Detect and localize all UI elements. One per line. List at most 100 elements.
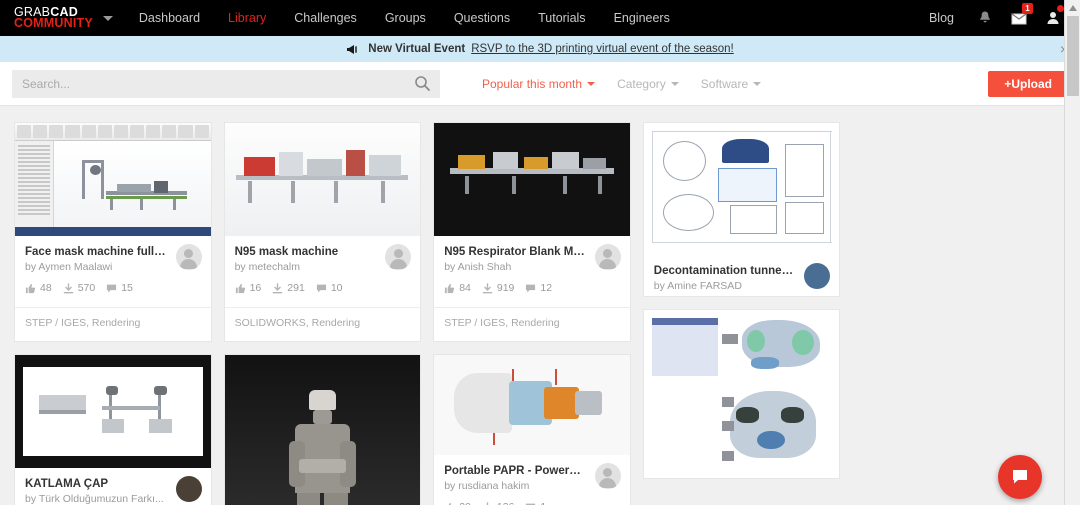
search-icon[interactable] [414,75,431,95]
account-alert-dot [1057,5,1064,12]
downloads-count: 291 [287,282,305,294]
model-card[interactable]: Face mask machine full au... by Aymen Ma… [14,122,212,342]
model-thumbnail[interactable] [434,123,630,236]
chevron-down-icon [587,81,596,86]
chevron-down-icon[interactable] [102,15,113,21]
model-card[interactable]: The Mechanic by Hans de Ridder 71 678 4 … [223,354,422,505]
model-thumbnail[interactable] [224,355,421,505]
model-title[interactable]: N95 Respirator Blank Maki... [444,245,620,259]
model-thumbnail[interactable] [15,123,211,236]
banner-link[interactable]: RSVP to the 3D printing virtual event of… [471,43,734,55]
nav-item-groups[interactable]: Groups [371,11,440,25]
model-card[interactable]: Decontamination tunnel Co... by Amine FA… [642,122,841,297]
downloads-stat: 291 [272,282,305,294]
nav-item-challenges[interactable]: Challenges [280,11,371,25]
model-author[interactable]: by metechalm [235,261,411,273]
downloads-stat: 136 [482,501,515,505]
user-icon [1047,12,1059,24]
model-thumbnail[interactable] [643,123,840,255]
top-navigation-bar: GRABCAD COMMUNITY Dashboard Library Chal… [0,0,1080,36]
download-icon [482,282,493,293]
avatar[interactable] [594,244,621,270]
model-title[interactable]: KATLAMA ÇAP [25,477,201,491]
category-dropdown[interactable]: Category [617,77,679,91]
nav-item-library[interactable]: Library [214,11,280,25]
floating-action-button[interactable] [998,455,1042,499]
likes-stat: 16 [235,282,261,294]
megaphone-icon [347,44,357,54]
chat-bubble-icon [1013,470,1027,484]
model-title[interactable]: Face mask machine full au... [25,245,201,259]
messages-button[interactable]: 1 [1002,0,1036,36]
downloads-stat: 919 [482,282,515,294]
comments-stat: 1 [525,501,546,505]
model-card[interactable]: KATLAMA ÇAP by Türk Olduğumuzun Farkı...… [14,354,212,505]
model-thumbnail[interactable] [434,355,630,455]
comment-icon [107,284,117,292]
avatar[interactable] [175,244,202,270]
nav-item-engineers[interactable]: Engineers [600,11,684,25]
model-author[interactable]: by Aymen Maalawi [25,261,201,273]
avatar[interactable] [594,463,621,489]
scroll-up-arrow[interactable] [1065,0,1080,16]
comments-stat: 10 [316,282,343,294]
downloads-count: 919 [496,282,515,294]
downloads-stat: 570 [63,282,96,294]
model-thumbnail[interactable] [643,310,840,478]
software-dropdown[interactable]: Software [700,76,762,91]
thumbs-up-icon [25,283,36,293]
bell-icon [980,11,990,23]
likes-count: 84 [459,282,471,294]
thumbs-up-icon [445,283,455,293]
sort-dropdown[interactable]: Popular this month [482,76,596,91]
model-card[interactable]: N95 mask machine by metechalm 16 291 10 … [223,122,422,342]
scrollbar-thumb[interactable] [1067,16,1079,96]
sort-dropdown-label: Popular this month [482,76,583,91]
thumbs-up-icon [448,502,452,505]
logo-text-community: COMMUNITY [14,16,93,30]
model-title[interactable]: N95 mask machine [235,245,411,259]
model-card[interactable] [642,309,841,479]
model-thumbnail[interactable] [224,123,421,236]
downloads-count: 136 [497,501,515,505]
likes-stat: 20 [444,501,471,505]
chevron-down-icon [753,81,762,86]
model-author[interactable]: by Anish Shah [444,261,620,273]
likes-stat: 48 [25,282,52,294]
model-stats: 84 919 12 [444,282,620,303]
upload-button[interactable]: +Upload [988,70,1068,97]
nav-item-dashboard[interactable]: Dashboard [125,11,214,25]
search-input[interactable] [12,69,440,98]
model-title[interactable]: Portable PAPR - Powered a... [444,464,620,478]
model-tags: SOLIDWORKS, Rendering [224,307,421,341]
model-thumbnail[interactable] [15,355,211,468]
download-icon [486,501,489,505]
avatar[interactable] [175,476,202,502]
comments-count: 1 [540,501,546,505]
model-stats: 48 570 15 [25,282,201,303]
model-stats: 16 291 10 [235,282,411,303]
page-scrollbar[interactable] [1064,0,1080,505]
software-dropdown-label: Software [700,76,749,91]
download-icon [63,282,73,293]
model-author[interactable]: by rusdiana hakim [444,480,620,492]
model-card[interactable]: Portable PAPR - Powered a... by rusdiana… [433,354,631,505]
grabcad-logo[interactable]: GRABCAD COMMUNITY [14,6,93,30]
likes-count: 20 [459,501,471,505]
notifications-button[interactable] [968,0,1002,36]
nav-item-questions[interactable]: Questions [440,11,524,25]
model-author[interactable]: by Amine FARSAD [654,280,830,292]
downloads-count: 570 [77,282,96,294]
nav-right-actions: Blog 1 [915,0,1070,36]
model-grid: Face mask machine full au... by Aymen Ma… [0,110,1064,505]
banner-title: New Virtual Event [368,43,466,55]
category-dropdown-label: Category [617,76,666,91]
nav-item-blog[interactable]: Blog [915,11,968,25]
comments-stat: 12 [525,282,552,294]
library-toolbar: Popular this month Category Software +Up… [0,62,1080,106]
model-title[interactable]: Decontamination tunnel Co... [654,264,830,278]
avatar[interactable] [385,244,412,270]
model-card[interactable]: N95 Respirator Blank Maki... by Anish Sh… [433,122,631,342]
nav-item-tutorials[interactable]: Tutorials [524,11,599,25]
model-author[interactable]: by Türk Olduğumuzun Farkı... [25,493,201,505]
